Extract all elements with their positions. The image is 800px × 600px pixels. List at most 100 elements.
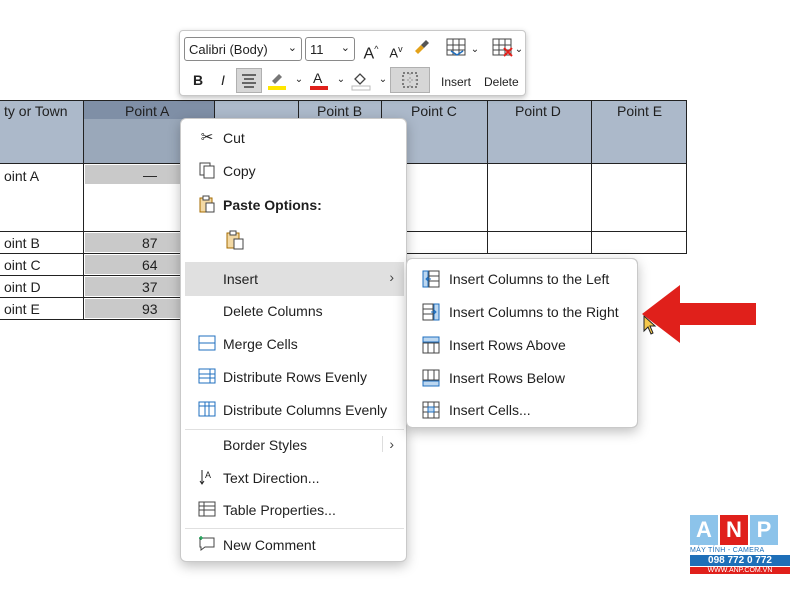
table-cell[interactable] bbox=[591, 231, 687, 254]
menu-item-new-comment[interactable]: New Comment bbox=[185, 530, 404, 560]
menu-item-label: Cut bbox=[223, 130, 245, 146]
menu-item-label: Border Styles bbox=[223, 437, 308, 453]
cell-shade bbox=[85, 277, 181, 296]
menu-item-copy[interactable]: Copy bbox=[185, 156, 404, 186]
header-point-c-text: Point C bbox=[411, 103, 457, 119]
red-arrow-icon bbox=[642, 285, 756, 343]
menu-item-label: Insert bbox=[223, 271, 259, 287]
table-cell[interactable] bbox=[591, 163, 687, 232]
highlight-icon[interactable] bbox=[266, 69, 288, 91]
menu-item-distribute-columns[interactable]: Distribute Columns Evenly bbox=[185, 395, 404, 425]
cell-shade bbox=[85, 165, 181, 184]
font-color-icon[interactable]: A bbox=[308, 69, 330, 91]
logo-letter: A bbox=[690, 515, 718, 545]
menu-item-cut[interactable]: ✂ Cut bbox=[185, 123, 404, 153]
paste-options-label: Paste Options: bbox=[223, 197, 322, 213]
row-label: oint D bbox=[4, 279, 41, 295]
row-value: 93 bbox=[142, 301, 158, 317]
row-value: 37 bbox=[142, 279, 158, 295]
menu-item-label: Copy bbox=[223, 163, 256, 179]
menu-item-label: Distribute Columns Evenly bbox=[223, 402, 388, 418]
text-direction-icon: A bbox=[197, 468, 217, 488]
delete-label[interactable]: Delete bbox=[484, 75, 519, 89]
chevron-down-icon[interactable]: ⌄ bbox=[330, 69, 352, 91]
insert-table-icon[interactable] bbox=[442, 37, 472, 59]
clipboard-icon bbox=[197, 195, 217, 215]
logo-site: WWW.ANP.COM.VN bbox=[690, 567, 790, 574]
table-cell[interactable] bbox=[487, 231, 592, 254]
cell-shade bbox=[85, 233, 181, 252]
new-comment-icon bbox=[197, 535, 217, 555]
logo-letter: P bbox=[750, 515, 778, 545]
table-properties-icon bbox=[197, 500, 217, 520]
header-point-e-text: Point E bbox=[617, 103, 663, 119]
menu-item-label: Text Direction... bbox=[223, 470, 320, 486]
chevron-down-icon[interactable]: ⌄ bbox=[288, 69, 310, 91]
menu-separator bbox=[185, 528, 404, 529]
header-city-text: ty or Town bbox=[4, 103, 68, 119]
menu-item-table-properties[interactable]: Table Properties... bbox=[185, 495, 404, 525]
logo-tagline: MÁY TÍNH - CAMERA bbox=[690, 547, 765, 554]
menu-item-label: Merge Cells bbox=[223, 336, 298, 352]
menu-item-label: Delete Columns bbox=[223, 303, 323, 319]
center-align-button[interactable] bbox=[236, 68, 262, 93]
anp-logo: ANP MÁY TÍNH - CAMERA 098 772 0 772 WWW.… bbox=[690, 515, 790, 574]
shading-icon[interactable] bbox=[350, 69, 372, 91]
chevron-down-icon: ⌄ bbox=[287, 42, 297, 54]
row-label: oint C bbox=[4, 257, 41, 273]
highlight-ring bbox=[406, 258, 638, 428]
bold-button[interactable]: B bbox=[187, 69, 209, 91]
menu-item-label: Table Properties... bbox=[223, 502, 336, 518]
row-label: oint E bbox=[4, 301, 40, 317]
logo-letter: N bbox=[720, 515, 748, 545]
font-name-dropdown[interactable]: Calibri (Body) ⌄ bbox=[184, 37, 302, 61]
logo-phone: 098 772 0 772 bbox=[690, 555, 790, 566]
shrink-font-icon[interactable]: Av bbox=[385, 38, 407, 60]
font-size-dropdown[interactable]: 11 ⌄ bbox=[305, 37, 355, 61]
chevron-down-icon[interactable]: ⌄ bbox=[514, 39, 524, 61]
grow-font-icon[interactable]: A^ bbox=[360, 38, 382, 62]
distribute-columns-icon bbox=[197, 400, 217, 420]
format-painter-icon[interactable] bbox=[410, 37, 432, 59]
chevron-right-icon: › bbox=[389, 269, 394, 285]
row-value: 87 bbox=[142, 235, 158, 251]
menu-item-text-direction[interactable]: A Text Direction... bbox=[185, 463, 404, 493]
paste-keep-formatting-button[interactable] bbox=[185, 223, 404, 257]
font-size-value: 11 bbox=[310, 42, 324, 57]
menu-item-delete-columns[interactable]: Delete Columns bbox=[185, 296, 404, 326]
merge-cells-icon bbox=[197, 334, 217, 354]
italic-button[interactable]: I bbox=[212, 69, 234, 91]
header-point-d-text: Point D bbox=[515, 103, 561, 119]
table-cell[interactable] bbox=[487, 163, 592, 232]
paste-icon bbox=[225, 230, 245, 250]
menu-item-label: New Comment bbox=[223, 537, 316, 553]
cell-shade bbox=[85, 255, 181, 274]
svg-text:A: A bbox=[313, 70, 323, 86]
font-name-value: Calibri (Body) bbox=[189, 42, 268, 57]
menu-item-distribute-rows[interactable]: Distribute Rows Evenly bbox=[185, 362, 404, 392]
menu-item-merge-cells[interactable]: Merge Cells bbox=[185, 329, 404, 359]
menu-item-label: Distribute Rows Evenly bbox=[223, 369, 367, 385]
scissors-icon: ✂ bbox=[200, 129, 214, 146]
menu-item-border-styles[interactable]: Border Styles › bbox=[185, 430, 404, 460]
menu-item-insert[interactable]: Insert › bbox=[185, 262, 404, 296]
chevron-right-icon: › bbox=[382, 436, 394, 452]
row-label: oint A bbox=[4, 168, 40, 184]
row-label: oint B bbox=[4, 235, 40, 251]
svg-text:A: A bbox=[205, 470, 211, 480]
distribute-rows-icon bbox=[197, 367, 217, 387]
copy-icon bbox=[197, 161, 217, 181]
cell-shade bbox=[85, 299, 181, 318]
borders-icon bbox=[402, 72, 418, 88]
header-point-b-text: Point B bbox=[317, 103, 363, 119]
insert-label[interactable]: Insert bbox=[441, 75, 471, 89]
paste-options-header: Paste Options: bbox=[185, 190, 404, 220]
row-value: — bbox=[143, 167, 157, 183]
align-center-icon bbox=[242, 74, 256, 88]
chevron-down-icon[interactable]: ⌄ bbox=[470, 39, 480, 61]
header-point-a-text: Point A bbox=[125, 103, 170, 119]
mini-toolbar: Calibri (Body) ⌄ 11 ⌄ A^ Av B I ⌄ A ⌄ ⌄ … bbox=[179, 30, 526, 96]
borders-button[interactable] bbox=[390, 67, 430, 93]
row-value: 64 bbox=[142, 257, 158, 273]
chevron-down-icon: ⌄ bbox=[340, 42, 350, 54]
